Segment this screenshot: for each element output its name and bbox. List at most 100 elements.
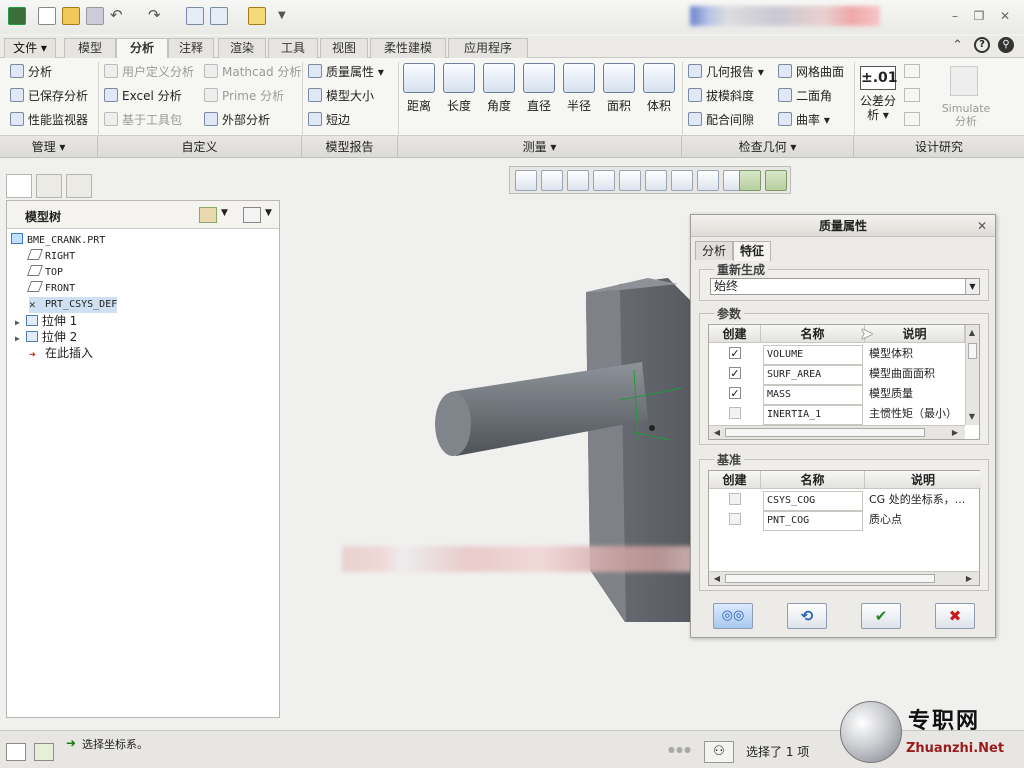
tab-tools[interactable]: 工具 <box>268 38 318 58</box>
toolkit-analysis-button[interactable]: 基于工具包 <box>104 110 182 130</box>
regenerate-icon[interactable] <box>186 7 204 25</box>
dihedral-button[interactable]: 二面角 <box>778 86 832 106</box>
group-inspect-geometry[interactable]: 检查几何 ▾ <box>682 136 854 158</box>
navigator-toggle-icon[interactable] <box>6 743 26 761</box>
repaint-icon[interactable] <box>593 170 615 191</box>
find-icon[interactable]: ⚇ <box>704 741 734 763</box>
tree-item-csys[interactable]: ✕ PRT_CSYS_DEF <box>29 297 118 313</box>
prime-analysis-button[interactable]: Prime 分析 <box>204 86 284 106</box>
display-style-icon[interactable] <box>619 170 641 191</box>
chevron-down-icon[interactable]: ▼ <box>965 279 979 294</box>
mass-properties-button[interactable]: 质量属性 ▾ <box>308 62 384 82</box>
user-defined-analysis-button[interactable]: 用户定义分析 <box>104 62 194 82</box>
spin-center-icon[interactable] <box>739 170 761 191</box>
feasibility-icon[interactable] <box>904 88 920 102</box>
simulate-analysis-button[interactable]: Simulate 分析 <box>936 102 996 128</box>
sensitivity-icon[interactable] <box>904 64 920 78</box>
refit-icon[interactable] <box>515 170 537 191</box>
param-checkbox-volume[interactable]: ✓ <box>729 347 741 359</box>
measure-radius-button[interactable]: 半径 <box>560 63 598 121</box>
geometry-report-button[interactable]: 几何报告 ▾ <box>688 62 764 82</box>
scroll-right-icon[interactable]: ▶ <box>949 427 961 439</box>
tab-annotate[interactable]: 注释 <box>168 38 214 58</box>
tolerance-analysis-button[interactable]: 公差分析 ▾ <box>858 94 898 122</box>
draft-button[interactable]: 拔模斜度 <box>688 86 754 106</box>
tree-settings-icon[interactable] <box>199 207 217 223</box>
cancel-button[interactable]: ✖ <box>935 603 975 629</box>
mesh-surface-button[interactable]: 网格曲面 <box>778 62 844 82</box>
tree-item-extrude-1[interactable]: ▶ 拉伸 1 <box>15 313 77 329</box>
measure-length-button[interactable]: 长度 <box>440 63 478 121</box>
close-window-icon[interactable] <box>248 7 266 25</box>
annotation-display-icon[interactable] <box>765 170 787 191</box>
tree-item-right[interactable]: RIGHT <box>26 249 75 265</box>
customize-toolbar-icon[interactable]: ▼ <box>278 7 296 25</box>
close-icon[interactable]: ✕ <box>998 10 1012 22</box>
perspective-icon[interactable] <box>697 170 719 191</box>
chevron-down-icon[interactable]: ▼ <box>265 208 272 218</box>
tree-item-top[interactable]: TOP <box>26 265 63 281</box>
windows-icon[interactable] <box>210 7 228 25</box>
tab-model[interactable]: 模型 <box>64 38 116 58</box>
external-analysis-button[interactable]: 外部分析 <box>204 110 270 130</box>
favorites-tab-icon[interactable] <box>66 174 92 198</box>
collapse-ribbon-icon[interactable]: ⌃ <box>952 38 963 53</box>
curvature-button[interactable]: 曲率 ▾ <box>778 110 830 130</box>
browser-toggle-icon[interactable] <box>34 743 54 761</box>
params-horizontal-scrollbar[interactable]: ◀ ▶ <box>709 425 965 439</box>
repeat-button[interactable]: ⟲ <box>787 603 827 629</box>
param-checkbox-mass[interactable]: ✓ <box>729 387 741 399</box>
minimize-icon[interactable]: – <box>948 10 962 22</box>
tree-filter-icon[interactable] <box>243 207 261 223</box>
tab-file[interactable]: 文件 ▾ <box>4 38 56 58</box>
analysis-button[interactable]: 分析 <box>10 62 52 82</box>
tree-item-extrude-2[interactable]: ▶ 拉伸 2 <box>15 329 77 345</box>
measure-diameter-button[interactable]: 直径 <box>520 63 558 121</box>
group-measure[interactable]: 测量 ▾ <box>398 136 682 158</box>
measure-angle-button[interactable]: 角度 <box>480 63 518 121</box>
tab-view[interactable]: 视图 <box>320 38 368 58</box>
crank-model[interactable] <box>420 270 700 630</box>
tab-flexible-modeling[interactable]: 柔性建模 <box>370 38 446 58</box>
measure-volume-button[interactable]: 体积 <box>640 63 678 121</box>
param-checkbox-inertia[interactable] <box>729 407 741 419</box>
datum-checkbox-csys-cog[interactable] <box>729 493 741 505</box>
optimization-icon[interactable] <box>904 112 920 126</box>
tree-item-front[interactable]: FRONT <box>26 281 75 297</box>
model-size-button[interactable]: 模型大小 <box>308 86 374 106</box>
performance-monitor-button[interactable]: 性能监视器 <box>10 110 88 130</box>
short-edge-button[interactable]: 短边 <box>308 110 350 130</box>
measure-distance-button[interactable]: 距离 <box>400 63 438 121</box>
tab-analysis[interactable]: 分析 <box>695 241 734 260</box>
regenerate-select[interactable]: 始终 ▼ <box>710 278 980 295</box>
saved-views-icon[interactable] <box>645 170 667 191</box>
redo-icon[interactable]: ↷ <box>148 7 166 25</box>
tree-item-insert-here[interactable]: ➜ 在此插入 <box>29 345 93 361</box>
measure-area-button[interactable]: 面积 <box>600 63 638 121</box>
mathcad-analysis-button[interactable]: Mathcad 分析 <box>204 62 301 82</box>
clearance-button[interactable]: 配合间隙 <box>688 110 754 130</box>
ok-button[interactable]: ✔ <box>861 603 901 629</box>
preview-button[interactable]: ◎◎ <box>713 603 753 629</box>
saved-analysis-button[interactable]: 已保存分析 <box>10 86 88 106</box>
scroll-thumb[interactable] <box>968 343 977 359</box>
datum-checkbox-pnt-cog[interactable] <box>729 513 741 525</box>
zoom-out-icon[interactable] <box>567 170 589 191</box>
view-manager-icon[interactable] <box>671 170 693 191</box>
folder-browser-tab-icon[interactable] <box>36 174 62 198</box>
scroll-thumb[interactable] <box>725 428 925 437</box>
open-folder-icon[interactable] <box>62 7 80 25</box>
restore-icon[interactable]: ❐ <box>972 10 986 22</box>
scroll-up-icon[interactable]: ▲ <box>966 327 978 339</box>
scroll-right-icon[interactable]: ▶ <box>963 573 975 585</box>
excel-analysis-button[interactable]: Excel 分析 <box>104 86 182 106</box>
undo-icon[interactable]: ↶ <box>110 7 128 25</box>
model-tree-tab-icon[interactable] <box>6 174 32 198</box>
tab-feature[interactable]: 特征 <box>733 241 772 261</box>
tab-applications[interactable]: 应用程序 <box>448 38 528 58</box>
chevron-down-icon[interactable]: ▼ <box>221 208 228 218</box>
new-file-icon[interactable] <box>38 7 56 25</box>
help-icon[interactable]: ? <box>974 37 990 53</box>
command-search-icon[interactable]: ⚲ <box>998 37 1014 53</box>
expand-icon[interactable]: ▶ <box>15 334 20 343</box>
